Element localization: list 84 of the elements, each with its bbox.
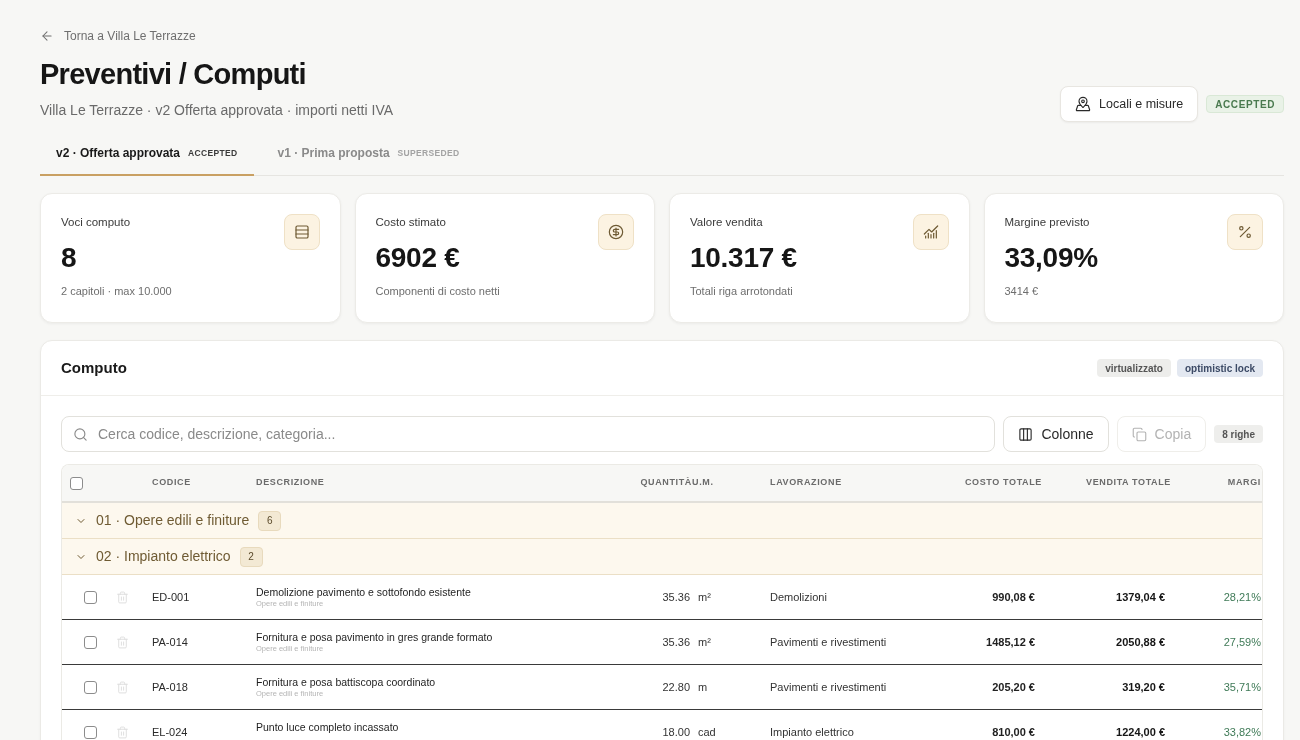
stat-value: 33,09% [1004,242,1098,274]
sale-cell: 2050,88 € [1116,636,1165,648]
percent-icon [1227,214,1263,250]
stat-label: Margine previsto [1004,215,1090,230]
column-header: DESCRIZIONE [256,476,325,490]
map-pin-icon [1075,96,1092,112]
stat-note: Componenti di costo netti [375,284,500,298]
quantity-cell: 18.00 [662,726,690,738]
tab-status: SUPERSEDED [397,146,460,160]
stat-note: Totali riga arrotondati [690,284,793,298]
column-header: MARGI [1227,476,1261,490]
tab[interactable]: v2 · Offerta approvata ACCEPTED [40,132,254,176]
bar-chart-icon [912,214,949,250]
column-header: LAVORAZIONE [770,476,842,490]
page-subtitle: Villa Le Terrazze · v2 Offerta approvata · importi netti IVA [40,101,393,120]
column-header: CODICE [152,476,191,490]
locations-button[interactable]: Locali e misure [1060,86,1199,122]
cost-cell: 990,08 € [992,591,1035,603]
work-type-cell: Impianto elettrico [770,726,854,738]
quantity-cell: 22.80 [662,681,690,693]
row-count-badge: 8 righe [1214,425,1263,443]
panel-title: Computo [61,357,127,378]
back-link[interactable]: Torna a Villa Le Terrazze [40,28,196,44]
cost-cell: 810,00 € [992,726,1035,738]
sale-cell: 1379,04 € [1116,591,1165,603]
checkbox[interactable] [70,476,83,490]
search-field[interactable]: Cerca codice, descrizione, categoria... [61,416,996,452]
margin-cell: 35,71% [1223,681,1261,693]
code-cell: EL-024 [152,726,188,738]
code-cell: ED-001 [152,591,190,603]
checkbox[interactable] [84,635,97,649]
unit-cell: m [698,681,708,693]
tab-status: ACCEPTED [188,146,238,160]
unit-cell: m² [698,591,711,603]
margin-cell: 28,21% [1223,591,1261,603]
sale-cell: 319,20 € [1122,681,1165,693]
column-header: VENDITA TOTALE [1086,476,1171,490]
description-text: Demolizione pavimento e sottofondo esistente [256,585,471,599]
count-badge: 2 [239,546,263,567]
tag-badge: optimistic lock [1177,359,1263,377]
margin-cell: 33,82% [1223,726,1261,738]
columns-icon [1018,426,1034,442]
count-badge: 6 [258,510,282,531]
stat-label: Voci computo [61,215,131,230]
tag-badge: virtualizzato [1097,359,1171,377]
group-label: 01 · Opere edili e finiture [96,511,250,530]
code-cell: PA-014 [152,636,188,648]
rows-icon [283,214,320,250]
page-title: Preventivi / Computi [40,57,306,91]
checkbox[interactable] [84,590,97,604]
stat-note: 3414 € [1004,284,1039,298]
stat-note: 2 capitoli · max 10.000 [61,284,172,298]
checkbox[interactable] [84,725,97,739]
copy-icon [1131,426,1147,442]
description-text: Fornitura e posa battiscopa coordinato [256,675,436,689]
work-type-cell: Pavimenti e rivestimenti [770,681,887,693]
work-type-cell: Demolizioni [770,591,827,603]
status-badge: ACCEPTED [1206,95,1284,113]
description-text: Punto luce completo incassato [256,720,399,734]
group-row[interactable]: 01 · Opere edili e finiture 6 [62,503,1262,539]
work-type-cell: Pavimenti e rivestimenti [770,636,887,648]
unit-cell: cad [698,726,716,738]
stat-value: 10.317 € [690,242,797,274]
cost-cell: 1485,12 € [986,636,1035,648]
column-header: COSTO TOTALE [964,476,1042,490]
stat-label: Valore vendita [690,215,763,230]
search-icon [73,426,88,442]
checkbox[interactable] [84,680,97,694]
quantity-cell: 35.36 [662,591,690,603]
margin-cell: 27,59% [1223,636,1261,648]
columns-button[interactable]: Colonne [1003,416,1109,452]
stat-value: 6902 € [375,242,460,274]
column-header: U.M. [692,476,714,490]
description-text: Fornitura e posa pavimento in gres grande formato [256,630,493,644]
sale-cell: 1224,00 € [1116,726,1165,738]
column-header: QUANTITÀ [640,476,692,490]
group-label: 02 · Impianto elettrico [96,547,231,566]
unit-cell: m² [698,636,711,648]
group-row[interactable]: 02 · Impianto elettrico 2 [62,539,1262,575]
cost-cell: 205,20 € [992,681,1035,693]
stat-value: 8 [61,242,77,274]
quantity-cell: 35.36 [662,636,690,648]
stat-label: Costo stimato [375,215,446,230]
code-cell: PA-018 [152,681,188,693]
